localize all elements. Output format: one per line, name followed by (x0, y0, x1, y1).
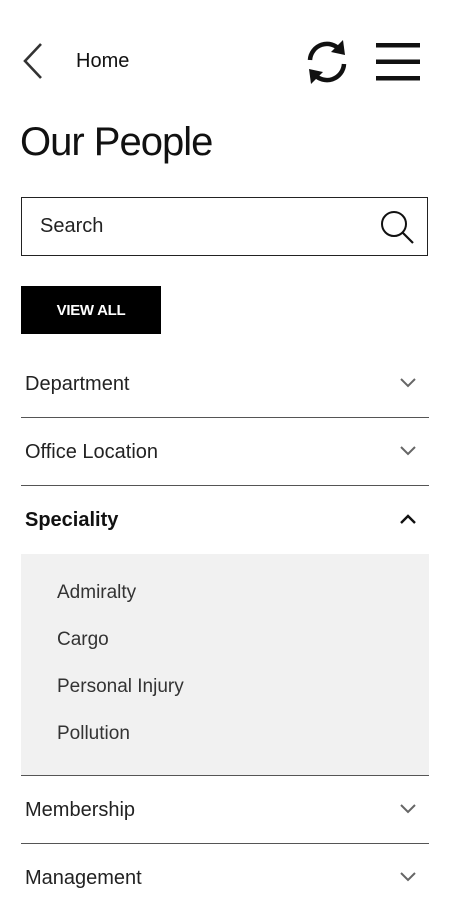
chevron-left-icon (23, 43, 42, 79)
refresh-icon (307, 40, 347, 84)
chevron-down-icon (400, 804, 416, 814)
filter-accordion: Department Office Location Speciality Ad… (21, 350, 429, 900)
filter-label: Speciality (25, 509, 119, 531)
back-label[interactable]: Home (76, 50, 129, 73)
search-input[interactable] (22, 198, 372, 254)
filter-department[interactable]: Department (21, 350, 429, 418)
speciality-options: Admiralty Cargo Personal Injury Pollutio… (21, 554, 429, 776)
chevron-down-icon (400, 446, 416, 456)
filter-membership[interactable]: Membership (21, 776, 429, 844)
filter-label: Office Location (25, 441, 159, 463)
filter-office-location[interactable]: Office Location (21, 418, 429, 486)
speciality-option-personal-injury[interactable]: Personal Injury (21, 676, 429, 723)
filter-speciality[interactable]: Speciality (21, 486, 429, 554)
page-title: Our People (20, 120, 213, 164)
view-all-button[interactable]: VIEW ALL (21, 286, 161, 334)
speciality-option-admiralty[interactable]: Admiralty (21, 582, 429, 629)
filter-label: Management (25, 867, 142, 889)
filter-management[interactable]: Management (21, 844, 429, 900)
chevron-down-icon (400, 872, 416, 882)
search-icon (381, 211, 414, 244)
search-button[interactable] (379, 209, 415, 245)
hamburger-menu-icon (376, 43, 420, 81)
search-box (21, 197, 428, 256)
refresh-button[interactable] (302, 38, 352, 86)
menu-button[interactable] (374, 40, 422, 84)
back-button[interactable] (18, 40, 48, 82)
filter-label: Department (25, 373, 130, 395)
filter-label: Membership (25, 799, 136, 821)
chevron-down-icon (400, 378, 416, 388)
chevron-up-icon (400, 514, 416, 524)
speciality-option-pollution[interactable]: Pollution (21, 723, 429, 770)
speciality-option-cargo[interactable]: Cargo (21, 629, 429, 676)
top-bar: Home (0, 0, 450, 120)
